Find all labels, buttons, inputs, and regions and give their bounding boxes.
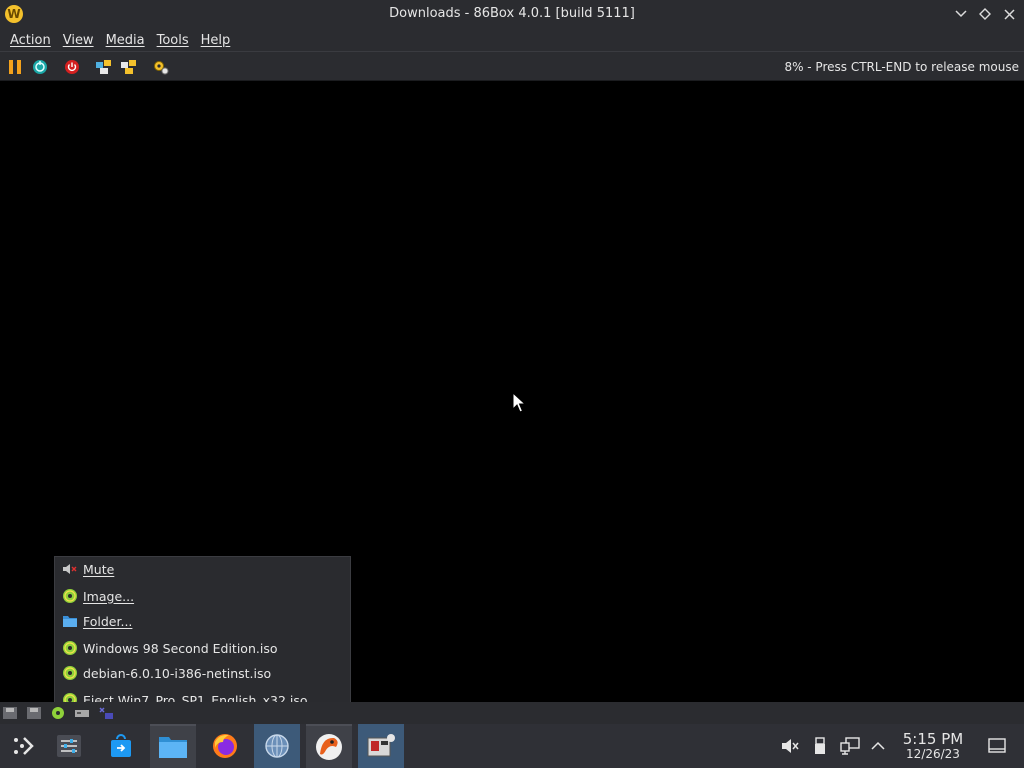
digital-clock[interactable]: 5:15 PM 12/26/23 [898, 730, 968, 761]
menu-item-label: Windows 98 Second Edition.iso [83, 640, 278, 656]
window-title: Downloads - 86Box 4.0.1 [build 5111] [389, 6, 635, 21]
ctrl-alt-del-icon[interactable] [95, 58, 113, 76]
mouse-cursor-icon [512, 392, 527, 413]
hard-disk-icon[interactable] [74, 706, 90, 720]
network-wired-icon[interactable] [840, 736, 860, 756]
volume-muted-icon[interactable] [780, 736, 800, 756]
maximize-icon[interactable] [976, 4, 994, 24]
cd-drive-icon[interactable] [50, 706, 66, 720]
menu-item-recent-iso-2[interactable]: debian-6.0.10-i386-netinst.iso [55, 661, 350, 685]
menu-item-label: Mute [83, 561, 115, 577]
86box-icon[interactable] [358, 724, 404, 768]
clock-time: 5:15 PM [902, 730, 964, 748]
settings-icon[interactable] [152, 58, 170, 76]
cd-icon [61, 640, 78, 657]
device-status-strip [0, 702, 1024, 724]
close-icon[interactable] [1000, 4, 1018, 24]
cdrom-context-menu: Mute Image... Folder... Windows 98 Secon… [54, 556, 351, 712]
speaker-muted-icon [61, 561, 78, 578]
mouse-capture-status: 8% - Press CTRL-END to release mouse [784, 60, 1019, 74]
firefox-icon[interactable] [202, 724, 248, 768]
folder-icon [61, 613, 78, 630]
network-icon[interactable] [98, 706, 114, 720]
menu-help[interactable]: Help [195, 33, 237, 48]
krita-icon[interactable] [306, 724, 352, 768]
menu-view[interactable]: View [57, 33, 100, 48]
system-settings-icon[interactable] [46, 724, 92, 768]
usb-storage-icon[interactable] [810, 736, 830, 756]
application-launcher-icon[interactable] [0, 724, 46, 768]
floppy-drive-icon[interactable] [2, 706, 18, 720]
dolphin-files-icon[interactable] [150, 724, 196, 768]
cd-icon [61, 665, 78, 682]
menu-item-label: Folder... [83, 613, 133, 629]
menu-item-image[interactable]: Image... [55, 584, 350, 608]
menu-item-recent-iso-1[interactable]: Windows 98 Second Edition.iso [55, 636, 350, 660]
minimize-icon[interactable] [952, 4, 970, 24]
expand-tray-icon[interactable] [868, 736, 888, 756]
show-desktop-icon[interactable] [987, 736, 1007, 756]
discover-store-icon[interactable] [98, 724, 144, 768]
title-bar[interactable]: W Downloads - 86Box 4.0.1 [build 5111] [0, 0, 1024, 29]
taskbar: 5:15 PM 12/26/23 [0, 724, 1024, 768]
network-globe-icon[interactable] [254, 724, 300, 768]
menu-item-label: Image... [83, 588, 135, 604]
menu-item-folder[interactable]: Folder... [55, 609, 350, 633]
menu-media[interactable]: Media [100, 33, 151, 48]
cd-icon [61, 588, 78, 605]
toolbar: 8% - Press CTRL-END to release mouse [0, 51, 1024, 81]
floppy-drive-icon[interactable] [26, 706, 42, 720]
menu-item-mute[interactable]: Mute [55, 557, 350, 581]
ctrl-alt-esc-icon[interactable] [120, 58, 138, 76]
menu-action[interactable]: Action [4, 33, 57, 48]
menu-bar: Action View Media Tools Help [0, 29, 1024, 51]
reset-icon[interactable] [31, 58, 49, 76]
menu-tools[interactable]: Tools [151, 33, 195, 48]
menu-item-label: debian-6.0.10-i386-netinst.iso [83, 665, 272, 681]
power-icon[interactable] [63, 58, 81, 76]
clock-date: 12/26/23 [906, 747, 960, 761]
pause-icon[interactable] [6, 58, 24, 76]
